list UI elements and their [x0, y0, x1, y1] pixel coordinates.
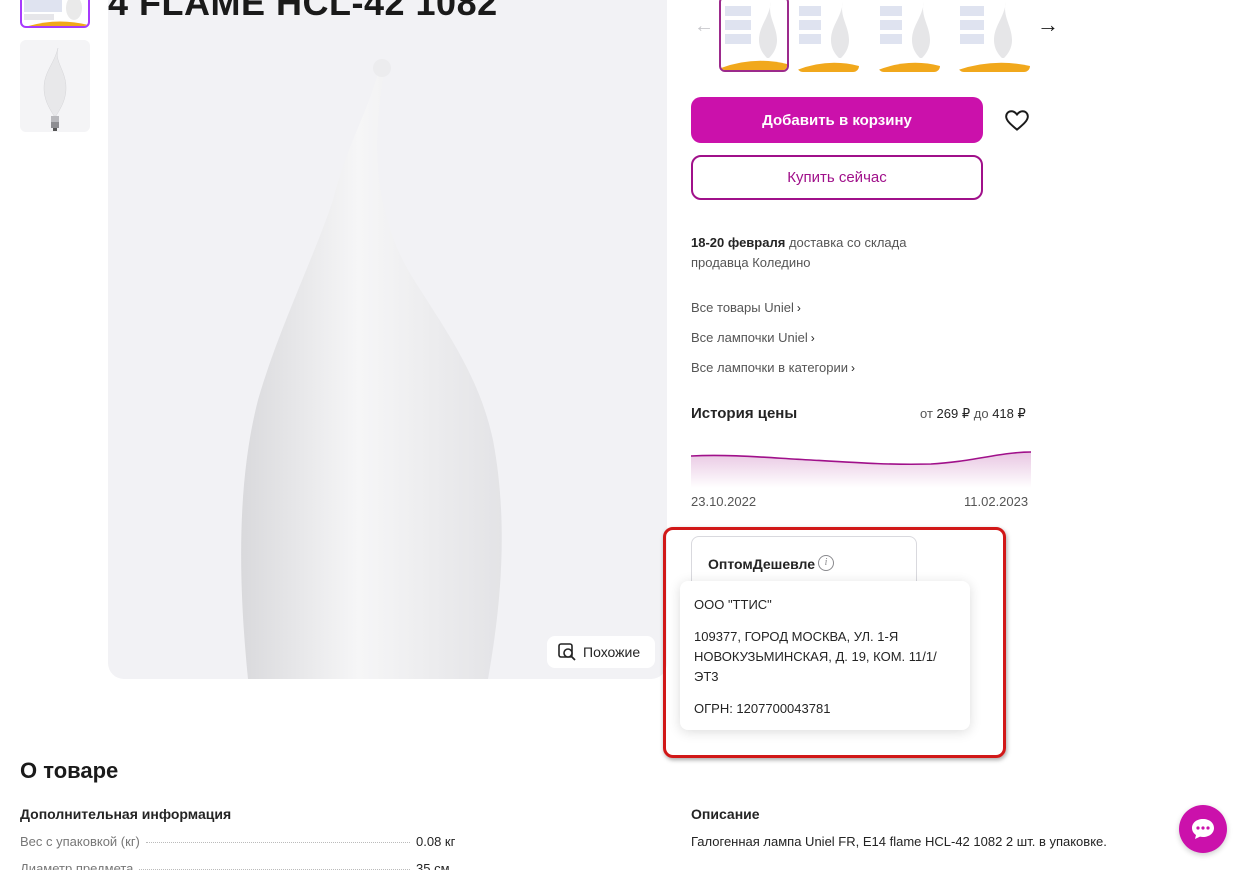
- spec-value: 35 см: [416, 861, 450, 870]
- similar-label: Похожие: [583, 644, 641, 660]
- product-title: 4 FLAME HCL-42 1082: [108, 0, 498, 23]
- range-to-word: до: [973, 406, 989, 421]
- thumbnail-1[interactable]: [20, 0, 90, 28]
- similar-button[interactable]: Похожие: [547, 636, 655, 668]
- link-label: Все товары Uniel: [691, 300, 794, 315]
- lamp-thumb-image: [43, 47, 67, 131]
- price-history-chart[interactable]: [691, 440, 1031, 488]
- spec-value: 0.08 кг: [416, 834, 456, 849]
- buy-now-button[interactable]: Купить сейчас: [691, 155, 983, 200]
- arrow-left-icon[interactable]: ←: [694, 16, 714, 36]
- price-history-range: от 269 ₽ до 418 ₽: [920, 406, 1026, 422]
- history-start-date: 23.10.2022: [691, 494, 757, 509]
- flame-lamp-image: [241, 59, 502, 679]
- seller-ogrn: ОГРН: 1207700043781: [694, 701, 831, 716]
- range-max: 418 ₽: [992, 406, 1026, 421]
- history-end-date: 11.02.2023: [964, 494, 1029, 509]
- product-main-image[interactable]: [108, 0, 667, 679]
- seller-address: 109377, ГОРОД МОСКВА, УЛ. 1-Я НОВОКУЗЬМИ…: [694, 629, 937, 684]
- seller-company: ООО "ТТИС": [694, 597, 772, 612]
- price-history-title: История цены: [691, 405, 798, 422]
- range-min: 269 ₽: [936, 406, 971, 421]
- gallery-thumb-4[interactable]: [958, 0, 1030, 72]
- chevron-right-icon: ›: [851, 361, 855, 375]
- spec-dots: [145, 842, 410, 843]
- lamp-pack-thumb-image: [24, 0, 88, 26]
- seller-tooltip: ООО "ТТИС" 109377, ГОРОД МОСКВА, УЛ. 1-Я…: [680, 581, 970, 730]
- spec-label: Диаметр предмета: [20, 861, 134, 870]
- link-label: Все лампочки Uniel: [691, 330, 808, 345]
- chevron-right-icon: ›: [796, 301, 801, 315]
- extra-info-title: Дополнительная информация: [20, 806, 232, 822]
- about-title: О товаре: [20, 758, 119, 783]
- chevron-right-icon: ›: [810, 331, 815, 345]
- chat-button[interactable]: [1179, 805, 1227, 853]
- thumbnail-2[interactable]: [20, 40, 90, 132]
- lamp-pack-image: [721, 2, 787, 70]
- arrow-right-icon[interactable]: →: [1037, 14, 1059, 36]
- delivery-date: 18-20 февраля: [691, 235, 786, 250]
- gallery-thumb-2[interactable]: [797, 0, 859, 72]
- lamp-pack-image: [878, 2, 940, 72]
- range-from-word: от: [920, 406, 933, 421]
- similar-search-icon: [558, 643, 576, 661]
- spec-label: Вес с упаковкой (кг): [20, 834, 140, 849]
- spec-row: Диаметр предмета 35 см: [20, 861, 470, 870]
- info-icon[interactable]: i: [818, 555, 834, 571]
- heart-icon[interactable]: [1004, 108, 1030, 134]
- link-all-lamps-category[interactable]: Все лампочки в категории ›: [691, 360, 855, 375]
- description-title: Описание: [691, 806, 760, 822]
- seller-name: ОптомДешевле: [708, 556, 816, 572]
- link-label: Все лампочки в категории: [691, 360, 848, 375]
- chat-icon: [1192, 819, 1214, 839]
- gallery-thumb-1[interactable]: [719, 0, 789, 72]
- delivery-info: 18-20 февраля доставка со склада продавц…: [691, 233, 931, 273]
- lamp-pack-image: [797, 2, 859, 72]
- link-all-uniel-lamps[interactable]: Все лампочки Uniel ›: [691, 330, 815, 345]
- spec-row: Вес с упаковкой (кг) 0.08 кг: [20, 834, 470, 849]
- description-text: Галогенная лампа Uniel FR, E14 flame HCL…: [691, 834, 1107, 849]
- link-all-uniel-products[interactable]: Все товары Uniel ›: [691, 300, 801, 315]
- gallery-thumb-3[interactable]: [878, 0, 940, 72]
- lamp-pack-image: [958, 2, 1030, 72]
- add-to-cart-button[interactable]: Добавить в корзину: [691, 97, 983, 143]
